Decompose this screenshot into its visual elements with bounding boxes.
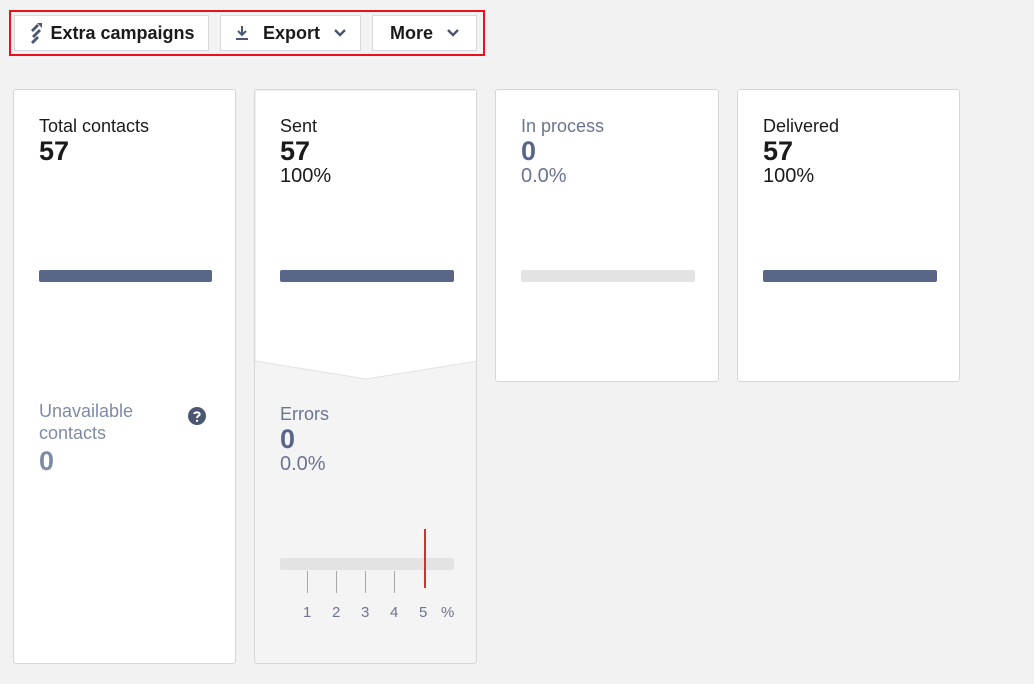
total-contacts-bar: [39, 270, 212, 282]
more-button[interactable]: More: [372, 15, 477, 51]
delivered-value: 57: [763, 136, 794, 166]
scale-label-5: 5: [419, 604, 428, 621]
chevron-down-icon: [447, 29, 459, 37]
extra-campaigns-button[interactable]: Extra campaigns: [14, 15, 209, 51]
errors-value: 0: [280, 424, 296, 454]
export-label: Export: [262, 22, 320, 43]
in-process-percent: 0.0%: [521, 165, 567, 187]
download-icon: [235, 25, 249, 41]
extra-campaigns-label: Extra campaigns: [50, 22, 195, 43]
sent-percent: 100%: [280, 165, 332, 187]
chevron-down-icon: [334, 29, 346, 37]
unavailable-contacts-label-line2: contacts: [39, 423, 107, 443]
sent-label: Sent: [280, 116, 318, 136]
errors-label: Errors: [280, 404, 329, 424]
in-process-card: In process 0 0.0%: [495, 89, 719, 382]
scale-tick: [365, 571, 366, 593]
unavailable-contacts-label-line1: Unavailable: [39, 401, 134, 421]
sent-bar: [280, 270, 454, 282]
total-contacts-card: Total contacts 57 Unavailable contacts 0: [13, 89, 236, 664]
unavailable-contacts-value: 0: [39, 446, 55, 476]
total-contacts-value: 57: [39, 136, 70, 166]
toolbar: Extra campaigns Export More: [9, 10, 485, 56]
scale-label-2: 2: [332, 604, 341, 621]
errors-percent: 0.0%: [280, 453, 326, 475]
in-process-value: 0: [521, 136, 537, 166]
scale-label-1: 1: [303, 604, 312, 621]
errors-bar: [280, 558, 454, 570]
scale-label-4: 4: [390, 604, 399, 621]
delivered-bar: [763, 270, 937, 282]
scale-unit: %: [441, 604, 455, 621]
errors-threshold-line: [424, 529, 426, 588]
scale-tick: [307, 571, 308, 593]
total-contacts-label: Total contacts: [39, 116, 150, 136]
extra-campaigns-icon: [28, 22, 44, 44]
delivered-card: Delivered 57 100%: [737, 89, 960, 382]
scale-tick: [336, 571, 337, 593]
sent-card: Sent 57 100% Errors 0 0.0% 1 2 3 4 5 %: [254, 89, 477, 664]
delivered-percent: 100%: [763, 165, 815, 187]
scale-label-3: 3: [361, 604, 370, 621]
in-process-bar: [521, 270, 695, 282]
scale-tick: [394, 571, 395, 593]
help-icon[interactable]: [188, 407, 206, 430]
more-label: More: [389, 22, 433, 43]
delivered-label: Delivered: [763, 116, 840, 136]
export-button[interactable]: Export: [220, 15, 361, 51]
sent-value: 57: [280, 136, 311, 166]
in-process-label: In process: [521, 116, 605, 136]
